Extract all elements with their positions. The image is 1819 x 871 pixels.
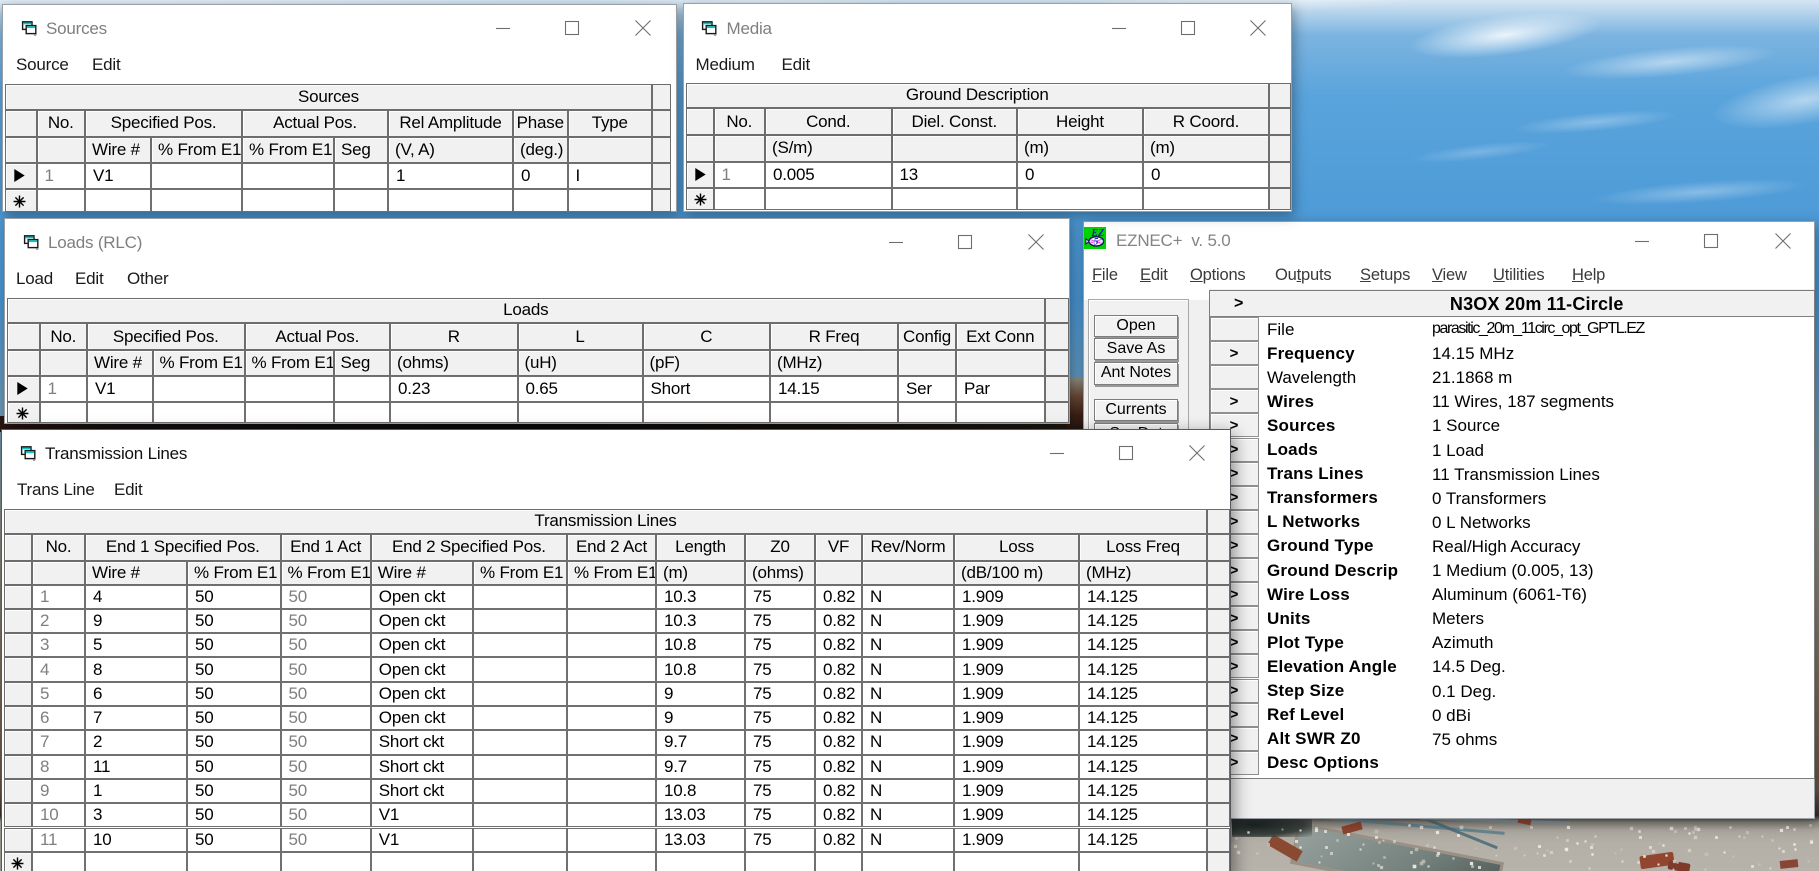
svg-text:5: 5: [1094, 238, 1099, 248]
